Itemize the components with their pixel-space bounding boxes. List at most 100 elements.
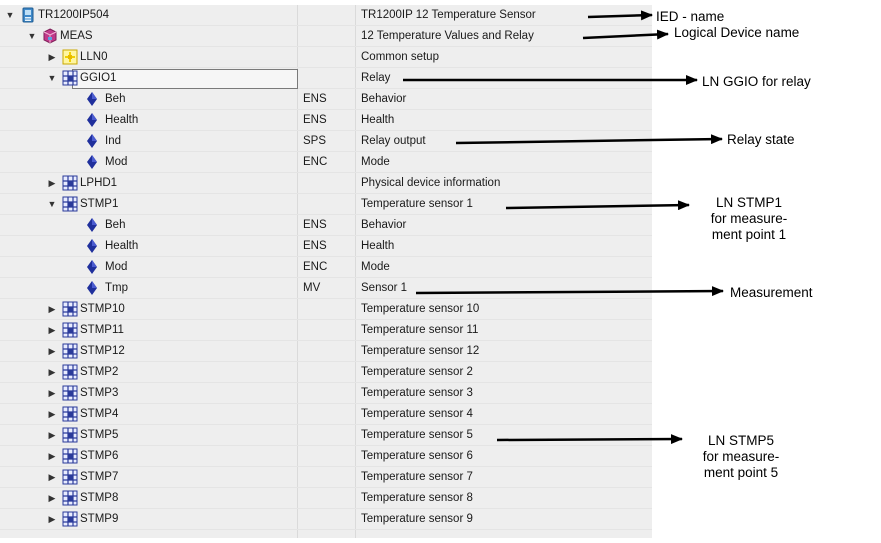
collapse-toggle-icon[interactable]: ▼ [4,9,16,21]
data-object-icon [84,217,100,233]
tree-row[interactable]: Health ENS Health [0,110,652,131]
logical-node-icon [62,301,78,317]
annotation-ln-stmp5-line2: for measure- [702,449,780,464]
tree-row[interactable]: ▶ STMP8 Temperature sensor 8 [0,488,652,509]
expand-toggle-icon[interactable]: ▶ [46,387,58,399]
tree-item-description: Sensor 1 [361,282,408,294]
tree-item-description: 12 Temperature Values and Relay [361,30,534,42]
tree-row[interactable]: ▶ STMP10 Temperature sensor 10 [0,299,652,320]
collapse-toggle-icon[interactable]: ▼ [26,30,38,42]
tree-row[interactable]: Beh ENS Behavior [0,215,652,236]
annotation-ln-stmp1-line2: for measure- [710,211,788,226]
tree-item-description: TR1200IP 12 Temperature Sensor [361,9,536,21]
tree-item-description: Behavior [361,93,407,105]
data-object-icon [84,91,100,107]
tree-item-description: Physical device information [361,177,501,189]
collapse-toggle-icon[interactable]: ▼ [46,198,58,210]
tree-row[interactable]: ▶ STMP5 Temperature sensor 5 [0,425,652,446]
tree-row[interactable]: ▶ STMP12 Temperature sensor 12 [0,341,652,362]
tree-item-name: STMP8 [80,492,119,504]
tree-item-type: ENS [303,219,327,231]
expand-toggle-icon[interactable]: ▶ [46,366,58,378]
tree-item-name: Mod [105,156,128,168]
tree-row[interactable]: Ind SPS Relay output [0,131,652,152]
logical-node-icon [62,406,78,422]
tree-row[interactable]: ▼ GGIO1 Relay [0,68,652,89]
tree-item-description: Temperature sensor 5 [361,429,473,441]
tree-item-description: Relay output [361,135,426,147]
logical-node-icon [62,364,78,380]
tree-row[interactable]: Mod ENC Mode [0,152,652,173]
tree-item-name: STMP2 [80,366,119,378]
tree-item-name: Health [105,240,139,252]
tree-item-description: Common setup [361,51,439,63]
tree-item-name: LPHD1 [80,177,118,189]
tree-item-description: Behavior [361,219,407,231]
tree-item-name: STMP9 [80,513,119,525]
logical-node-icon [62,322,78,338]
data-object-icon [84,259,100,275]
tree-row[interactable]: Health ENS Health [0,236,652,257]
tree-item-name: Mod [105,261,128,273]
tree-row[interactable]: ▶ STMP3 Temperature sensor 3 [0,383,652,404]
lln0-icon [62,49,78,65]
tree-row[interactable]: ▶ LPHD1 Physical device information [0,173,652,194]
logical-node-icon [62,427,78,443]
logical-node-icon [62,385,78,401]
tree-item-name: STMP5 [80,429,119,441]
expand-toggle-icon[interactable]: ▶ [46,450,58,462]
tree-item-name: Beh [105,93,126,105]
annotation-ln-stmp5: LN STMP5 for measure- ment point 5 [686,433,796,481]
expand-toggle-icon[interactable]: ▶ [46,345,58,357]
tree-row[interactable]: ▼ TR1200IP504 TR1200IP 12 Temperature Sens… [0,5,652,26]
annotation-ln-stmp5-line1: LN STMP5 [707,433,775,448]
tree-item-name: Tmp [105,282,128,294]
tree-item-type: ENC [303,156,328,168]
tree-row[interactable]: ▶ STMP4 Temperature sensor 4 [0,404,652,425]
tree-item-description: Temperature sensor 2 [361,366,473,378]
tree-row[interactable]: Beh ENS Behavior [0,89,652,110]
annotation-ln-stmp1-line1: LN STMP1 [715,195,783,210]
tree-item-type: SPS [303,135,327,147]
tree-item-type: ENS [303,114,327,126]
tree-item-type: ENS [303,240,327,252]
tree-item-description: Temperature sensor 4 [361,408,473,420]
tree-item-description: Temperature sensor 11 [361,324,479,336]
tree-item-name: LLN0 [80,51,108,63]
expand-toggle-icon[interactable]: ▶ [46,408,58,420]
logical-node-icon [62,448,78,464]
tree-row[interactable]: Tmp MV Sensor 1 [0,278,652,299]
expand-toggle-icon[interactable]: ▶ [46,303,58,315]
tree-item-name: STMP10 [80,303,125,315]
expand-toggle-icon[interactable]: ▶ [46,51,58,63]
tree-row[interactable]: ▶ LLN0 Common setup [0,47,652,68]
tree-row[interactable]: ▶ STMP7 Temperature sensor 7 [0,467,652,488]
tree-item-description: Health [361,240,395,252]
tree-item-description: Temperature sensor 6 [361,450,473,462]
tree-row[interactable]: ▶ STMP6 Temperature sensor 6 [0,446,652,467]
expand-toggle-icon[interactable]: ▶ [46,429,58,441]
tree-row[interactable]: ▼ MEAS 12 Temperature Values and Relay [0,26,652,47]
data-object-icon [84,280,100,296]
expand-toggle-icon[interactable]: ▶ [46,513,58,525]
collapse-toggle-icon[interactable]: ▼ [46,72,58,84]
tree-row[interactable]: ▶ STMP11 Temperature sensor 11 [0,320,652,341]
tree-row[interactable]: ▼ STMP1 Temperature sensor 1 [0,194,652,215]
tree-row[interactable]: Mod ENC Mode [0,257,652,278]
tree-item-name: STMP1 [80,198,119,210]
expand-toggle-icon[interactable]: ▶ [46,324,58,336]
tree-item-description: Mode [361,261,390,273]
tree-row[interactable]: ▶ STMP9 Temperature sensor 9 [0,509,652,530]
tree-item-name: MEAS [60,30,93,42]
annotation-ln-stmp5-line3: ment point 5 [703,465,779,480]
expand-toggle-icon[interactable]: ▶ [46,492,58,504]
tree-item-description: Temperature sensor 1 [361,198,473,210]
tree-item-description: Temperature sensor 7 [361,471,473,483]
expand-toggle-icon[interactable]: ▶ [46,471,58,483]
annotation-logical-device-name: Logical Device name [674,25,800,40]
tree-item-name: STMP11 [80,324,124,336]
tree-row[interactable]: ▶ STMP2 Temperature sensor 2 [0,362,652,383]
logical-node-icon [62,343,78,359]
annotation-measurement: Measurement [730,285,813,300]
expand-toggle-icon[interactable]: ▶ [46,177,58,189]
